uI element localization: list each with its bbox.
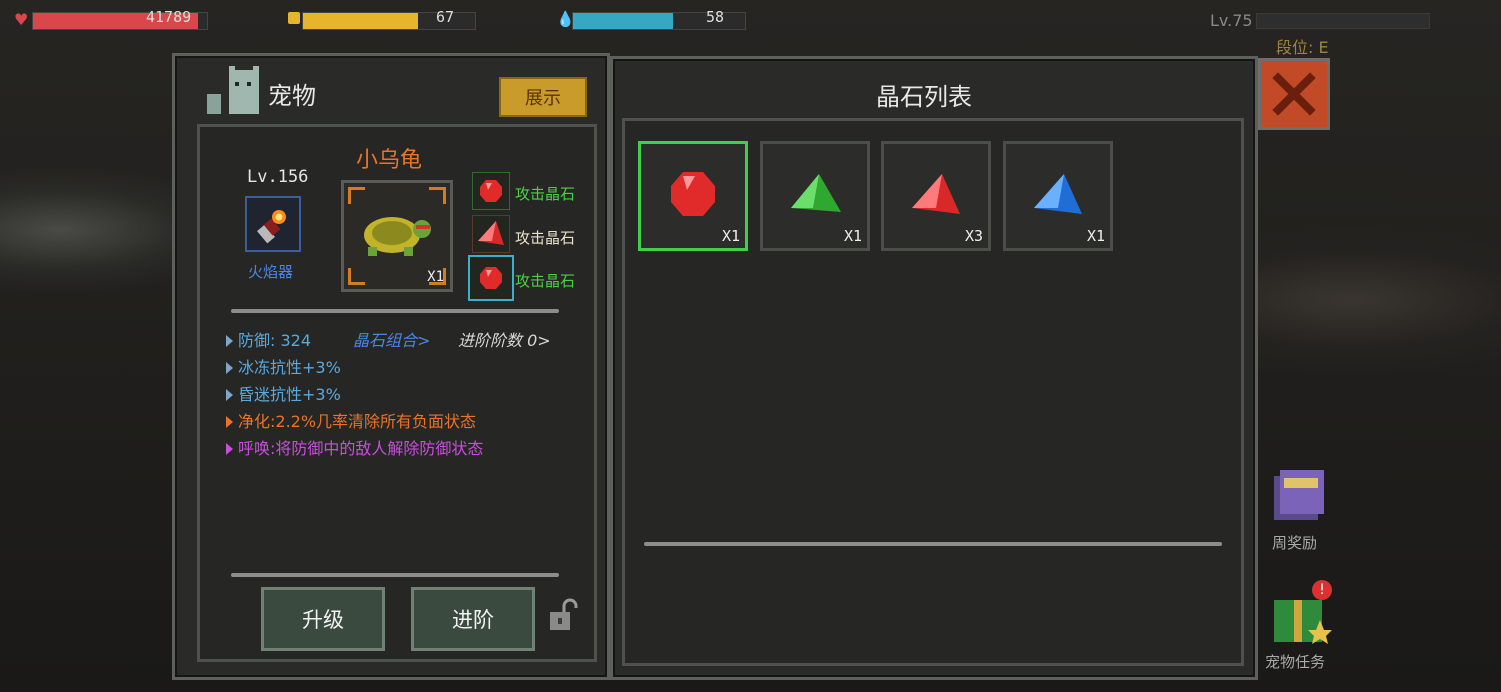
arrow-icon — [226, 416, 233, 428]
crystal-divider — [644, 542, 1222, 546]
water-value: 58 — [706, 8, 725, 26]
pet-task-icon[interactable]: ! — [1272, 580, 1332, 644]
crystal-item-1[interactable]: X1 — [638, 141, 748, 251]
close-button[interactable] — [1258, 58, 1330, 130]
stat-purify-row: 净化:2.2%几率清除所有负面状态 — [226, 408, 476, 432]
blue-crystal-icon — [1034, 174, 1082, 214]
hp-value: 41789 — [146, 8, 192, 26]
crystal-item-2[interactable]: X1 — [760, 141, 870, 251]
advance-button[interactable]: 进阶 — [411, 587, 535, 651]
pet-name: 小乌龟 — [356, 148, 423, 173]
divider-top — [231, 309, 559, 313]
crystal-item-qty: X3 — [964, 227, 983, 245]
weekly-reward-label: 周奖励 — [1272, 534, 1318, 552]
exp-bar — [1256, 13, 1430, 29]
stat-purify: 净化:2.2%几率清除所有负面状态 — [238, 412, 477, 431]
arrow-icon — [226, 443, 233, 455]
pet-cat-icon — [205, 66, 263, 118]
red-gem-icon — [480, 180, 502, 202]
gem-slot-3[interactable] — [468, 255, 514, 301]
player-level: Lv.75 — [1210, 11, 1253, 30]
stat-summon: 呼唤:将防御中的敌人解除防御状态 — [238, 439, 484, 458]
pet-panel-title: 宠物 — [268, 82, 316, 110]
gem-slot-2-label: 攻击晶石 — [515, 229, 576, 247]
red-gem-icon — [480, 267, 502, 289]
crystal-item-qty: X1 — [721, 227, 740, 245]
turtle-icon — [364, 217, 431, 256]
red-gem-icon — [671, 172, 715, 216]
equip-name: 火焰器 — [248, 263, 294, 281]
pet-qty: X1 — [427, 269, 444, 285]
stat-summon-row: 呼唤:将防御中的敌人解除防御状态 — [226, 435, 483, 459]
divider-bottom — [231, 573, 559, 577]
food-icon — [288, 12, 300, 24]
advance-count-link[interactable]: 进阶阶数 0> — [458, 327, 551, 351]
arrow-icon — [226, 362, 233, 374]
pet-portrait[interactable]: X1 — [341, 180, 453, 292]
crystal-item-qty: X1 — [1086, 227, 1105, 245]
flame-device-icon — [257, 210, 286, 244]
rank-label: 段位: E — [1276, 38, 1329, 57]
pet-task-label: 宠物任务 — [1265, 653, 1326, 671]
crystal-combo-link[interactable]: 晶石组合> — [353, 327, 430, 351]
arrow-icon — [226, 335, 233, 347]
unlock-icon[interactable] — [546, 598, 582, 638]
red-crystal-icon — [478, 221, 504, 245]
stat-defense: 防御: 324 — [238, 331, 312, 350]
equip-level: Lv.156 — [247, 167, 309, 187]
crystal-item-3[interactable]: X3 — [881, 141, 991, 251]
crystal-panel-title: 晶石列表 — [876, 83, 972, 111]
close-icon — [1272, 72, 1316, 116]
equip-slot[interactable] — [245, 196, 301, 252]
weekly-reward-icon[interactable] — [1270, 468, 1326, 524]
food-value: 67 — [436, 8, 455, 26]
show-button[interactable]: 展示 — [499, 77, 587, 117]
upgrade-button[interactable]: 升级 — [261, 587, 385, 651]
stat-stun: 昏迷抗性+3% — [238, 385, 341, 404]
crystal-item-qty: X1 — [843, 227, 862, 245]
stat-freeze: 冰冻抗性+3% — [238, 358, 341, 377]
stat-stun-row: 昏迷抗性+3% — [226, 381, 341, 405]
heart-icon: ♥ — [14, 10, 29, 29]
gem-slot-1-label: 攻击晶石 — [515, 185, 576, 203]
gem-slot-1[interactable] — [472, 172, 510, 210]
crystal-item-4[interactable]: X1 — [1003, 141, 1113, 251]
stat-defense-row: 防御: 324 — [226, 327, 311, 351]
arrow-icon — [226, 389, 233, 401]
stat-freeze-row: 冰冻抗性+3% — [226, 354, 341, 378]
gem-slot-2[interactable] — [472, 215, 510, 253]
green-crystal-icon — [791, 174, 841, 212]
red-crystal-icon — [912, 174, 960, 214]
notification-badge-icon: ! — [1312, 580, 1332, 600]
gem-slot-3-label: 攻击晶石 — [515, 272, 576, 290]
